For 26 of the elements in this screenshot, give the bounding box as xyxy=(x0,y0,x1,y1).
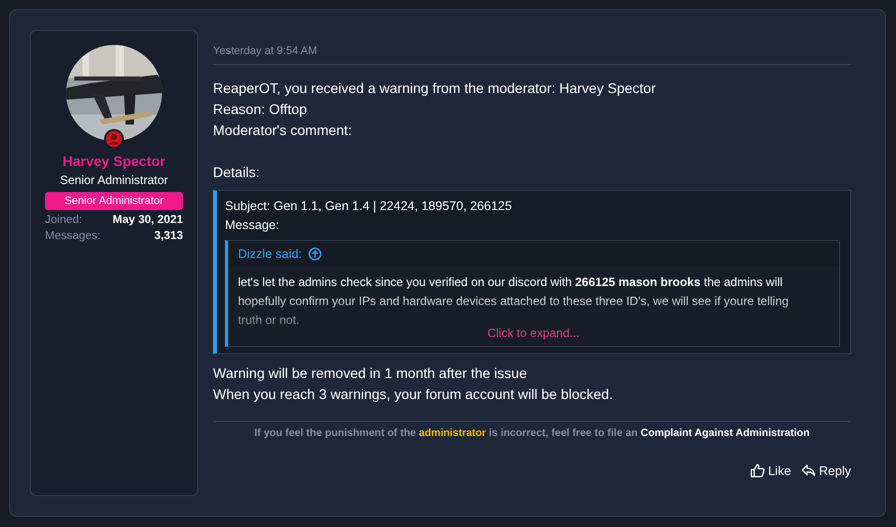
notice-text: If you feel the punishment of the administrator is incorrect, feel free to file an Complaint Against Administration xyxy=(253,427,811,439)
details-label: Details: xyxy=(213,163,260,182)
message-text: Reason: Offtop xyxy=(213,100,307,119)
message-text: When you reach 3 warnings, your forum account will be blocked. xyxy=(213,385,613,404)
quote-author[interactable]: Dizzle said: xyxy=(238,247,302,261)
user-name[interactable]: Harvey Spector xyxy=(62,153,166,169)
details-text: Subject: Gen 1.1, Gen 1.4 | 22424, 189570, 266125 xyxy=(225,198,512,215)
administrator-link[interactable]: administrator xyxy=(418,427,486,439)
details-text: Message: xyxy=(225,217,280,234)
message-text: Moderator's comment: xyxy=(213,121,352,140)
complaint-link[interactable]: Complaint Against Administration xyxy=(640,427,810,439)
message-text: Warning will be removed in 1 month after the issue xyxy=(213,364,527,383)
stat-value: 3,313 xyxy=(154,230,183,242)
like-button[interactable]: Like xyxy=(750,461,792,480)
reply-button[interactable]: Reply xyxy=(801,461,851,480)
stat-label: Joined: xyxy=(45,214,82,226)
user-title: Senior Administrator xyxy=(60,173,168,187)
stat-label: Messages: xyxy=(45,230,101,242)
stat-value: May 30, 2021 xyxy=(112,214,183,226)
thumbs-up-icon xyxy=(750,463,766,478)
user-icon xyxy=(104,129,124,149)
message-text: ReaperOT, you received a warning from the moderator: Harvey Spector xyxy=(213,79,656,98)
user-banner: Senior Administrator xyxy=(45,192,183,210)
post-time[interactable]: Yesterday at 9:54 AM xyxy=(213,45,318,57)
arrow-up-icon[interactable] xyxy=(308,247,322,261)
reply-icon xyxy=(801,463,816,478)
